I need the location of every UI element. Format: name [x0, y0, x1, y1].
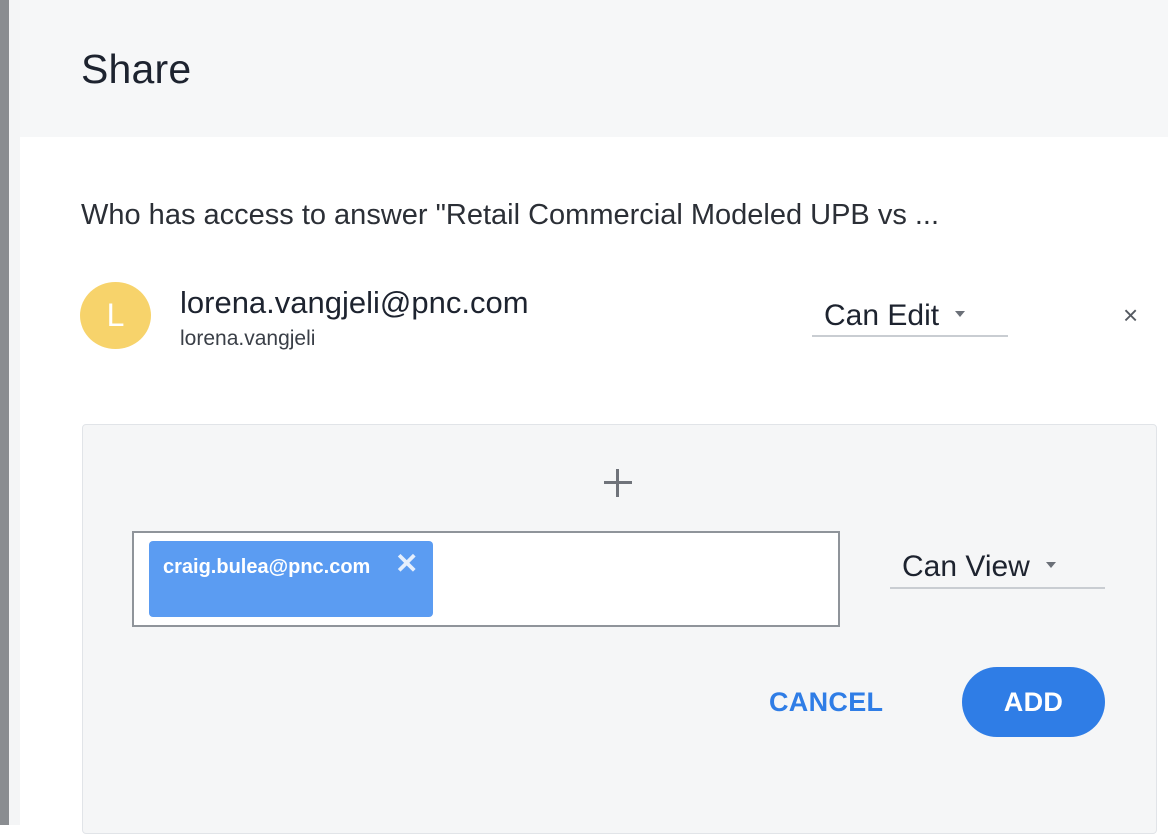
new-permission-label: Can View	[902, 550, 1030, 583]
add-people-panel: craig.bulea@pnc.com ✕ Can View CANCEL AD…	[82, 424, 1157, 834]
recipient-chip: craig.bulea@pnc.com ✕	[149, 541, 433, 617]
user-email: lorena.vangjeli@pnc.com	[180, 285, 529, 320]
plus-icon[interactable]	[598, 463, 638, 503]
cancel-button[interactable]: CANCEL	[769, 687, 883, 718]
dialog-title: Share	[81, 46, 192, 92]
remove-user-close-icon[interactable]: ×	[1123, 302, 1138, 328]
caret-down-icon	[1045, 562, 1056, 568]
user-avatar: L	[80, 282, 151, 349]
window-edge-inner	[9, 0, 20, 825]
avatar-initial: L	[106, 297, 125, 333]
share-dialog: Share Who has access to answer "Retail C…	[20, 0, 1168, 834]
user-permission-label: Can Edit	[824, 299, 940, 332]
window-edge	[0, 0, 9, 825]
user-username: lorena.vangjeli	[180, 327, 316, 350]
recipient-input[interactable]: craig.bulea@pnc.com ✕	[132, 531, 840, 627]
dialog-header: Share	[20, 0, 1168, 137]
new-permission-dropdown[interactable]: Can View	[890, 547, 1105, 589]
access-description: Who has access to answer "Retail Commerc…	[81, 199, 940, 231]
add-button[interactable]: ADD	[962, 667, 1105, 737]
user-permission-dropdown[interactable]: Can Edit	[812, 297, 1008, 337]
recipient-chip-label: craig.bulea@pnc.com	[163, 556, 371, 578]
caret-down-icon	[955, 311, 966, 317]
chip-remove-close-icon[interactable]: ✕	[395, 550, 418, 578]
